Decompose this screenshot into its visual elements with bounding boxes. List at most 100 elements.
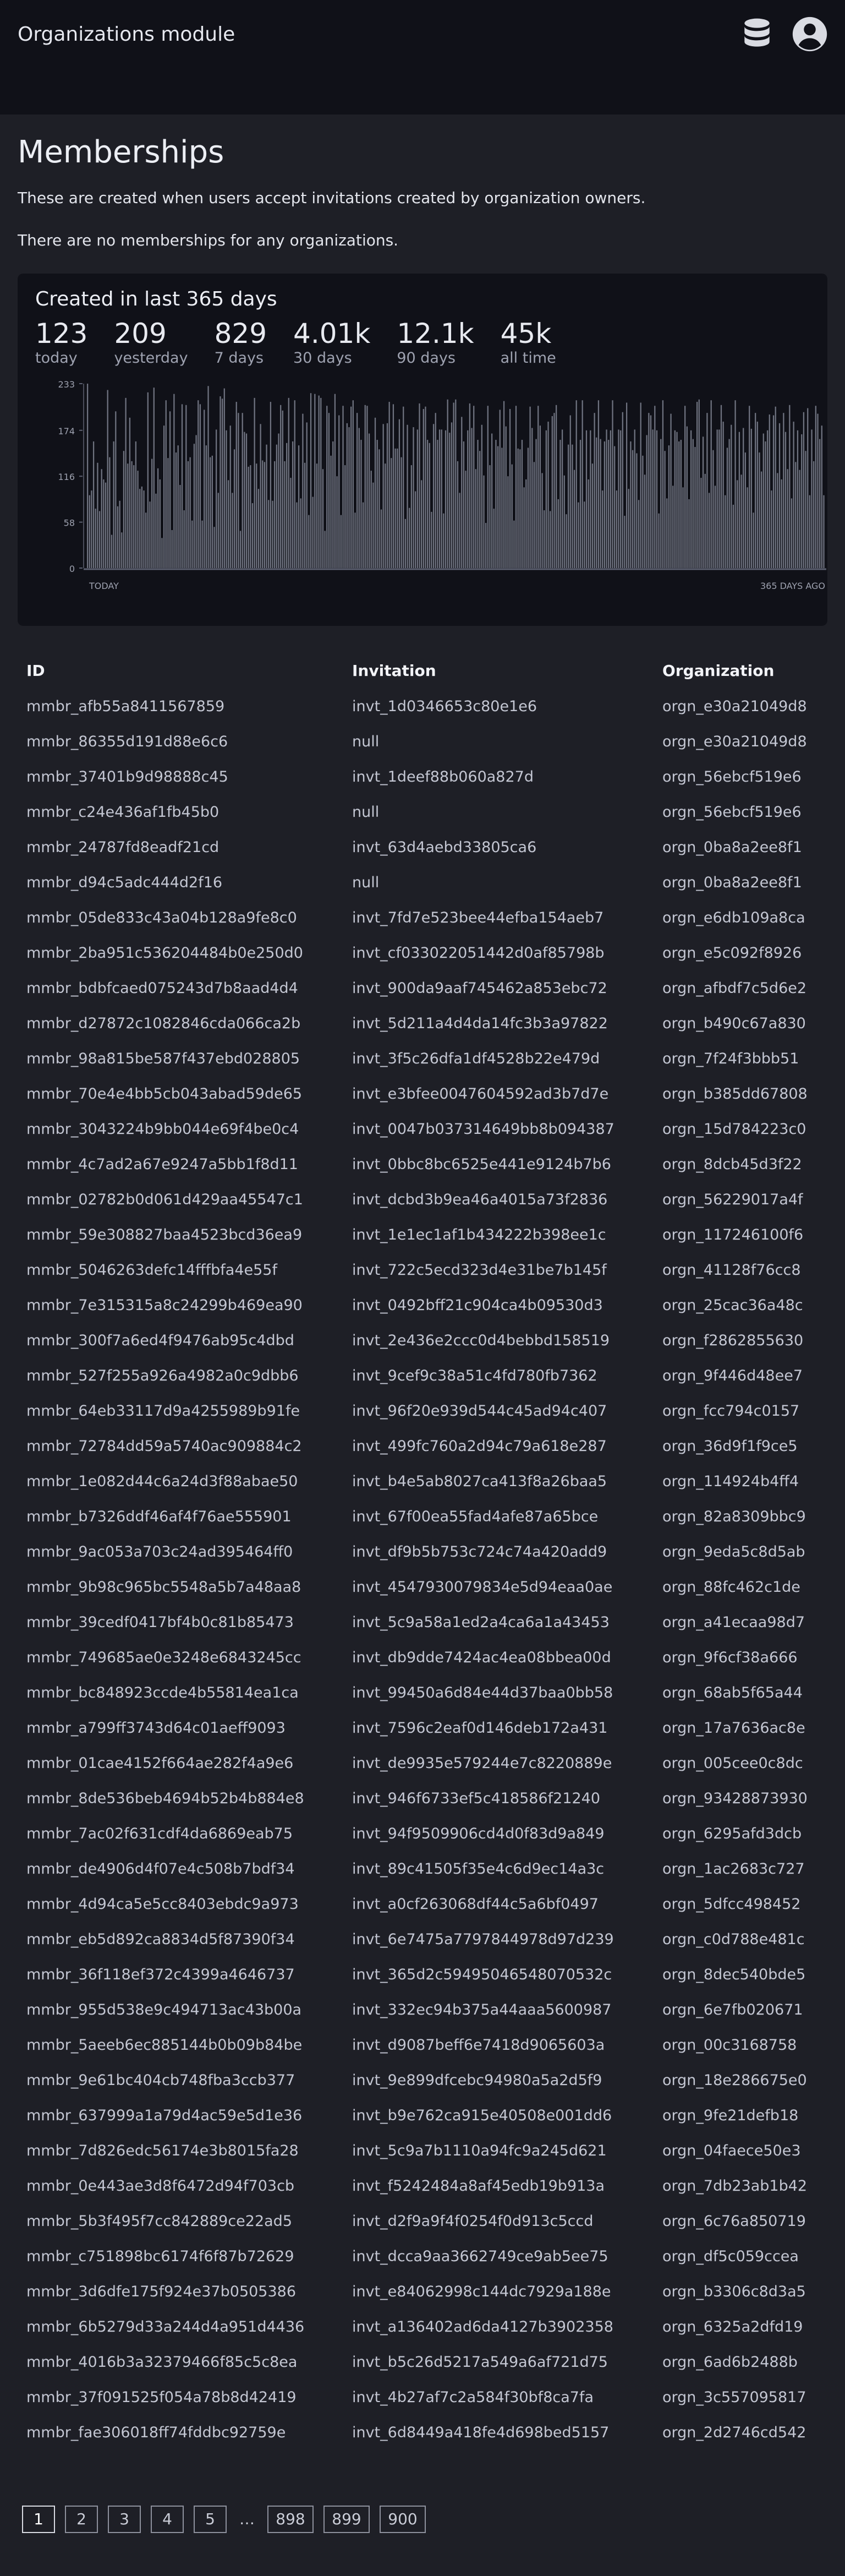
page-button[interactable]: 2: [65, 2506, 98, 2533]
chart-bar: [304, 462, 306, 568]
table-row[interactable]: mmbr_de4906d4f07e4c508b7bdf34 invt_89c415…: [18, 1851, 845, 1886]
chart-bar: [732, 504, 734, 568]
chart-bar: [590, 430, 591, 568]
invitation-id-cell: null: [352, 803, 380, 821]
table-row[interactable]: mmbr_eb5d892ca8834d5f87390f34 invt_6e7475…: [18, 1922, 845, 1957]
organization-id-cell: orgn_5dfcc498452: [662, 1895, 801, 1913]
stat-yesterday: 209 yesterday: [114, 318, 188, 367]
membership-id-cell: mmbr_637999a1a79d4ac59e5d1e36: [26, 2106, 303, 2124]
chart-bar: [143, 490, 145, 568]
table-row[interactable]: mmbr_59e308827baa4523bcd36ea9 invt_1e1ec1…: [18, 1217, 845, 1252]
chart-bar: [422, 409, 424, 568]
empty-note: There are no memberships for any organiz…: [18, 231, 399, 249]
app-title: Organizations module: [18, 23, 235, 46]
table-row[interactable]: mmbr_1e082d44c6a24d3f88abae50 invt_b4e5ab…: [18, 1464, 845, 1499]
table-row[interactable]: mmbr_7d826edc56174e3b8015fa28 invt_5c9a7b…: [18, 2133, 845, 2168]
invitation-id-cell: invt_9cef9c38a51c4fd780fb7362: [352, 1367, 597, 1384]
chart-bar: [288, 397, 289, 568]
chart-bar: [354, 512, 356, 568]
page-button[interactable]: 899: [323, 2506, 370, 2533]
table-row[interactable]: mmbr_39cedf0417bf4b0c81b85473 invt_5c9a58…: [18, 1604, 845, 1640]
table-row[interactable]: mmbr_fae306018ff74fddbc92759e invt_6d8449…: [18, 2415, 845, 2450]
chart-bar: [807, 408, 809, 568]
chart-bar: [302, 413, 304, 568]
table-row[interactable]: mmbr_c751898bc6174f6f87b72629 invt_dcca9a…: [18, 2239, 845, 2274]
page-button[interactable]: 4: [151, 2506, 184, 2533]
table-row[interactable]: mmbr_5046263defc14fffbfa4e55f invt_722c5e…: [18, 1252, 845, 1287]
chart-bar: [755, 413, 756, 568]
database-icon[interactable]: [738, 15, 776, 53]
table-row[interactable]: mmbr_4c7ad2a67e9247a5bb1f8d11 invt_0bbc8b…: [18, 1147, 845, 1182]
column-header-organization[interactable]: Organization: [654, 652, 845, 689]
table-row[interactable]: mmbr_37f091525f054a78b8d42419 invt_4b27af…: [18, 2379, 845, 2415]
page-button[interactable]: 1: [22, 2506, 55, 2533]
chart-bar: [368, 433, 370, 568]
table-row[interactable]: mmbr_9e61bc404cb748fba3ccb377 invt_9e899d…: [18, 2062, 845, 2098]
chart-bar: [706, 413, 708, 568]
page-button[interactable]: 3: [108, 2506, 141, 2533]
page-button[interactable]: 5: [194, 2506, 227, 2533]
table-row[interactable]: mmbr_4016b3a32379466f85c5c8ea invt_b5c26d…: [18, 2344, 845, 2379]
table-row[interactable]: mmbr_9ac053a703c24ad395464ff0 invt_df9b5b…: [18, 1534, 845, 1569]
chart-bar: [493, 509, 495, 568]
chart-bar: [566, 514, 567, 568]
table-row[interactable]: mmbr_7ac02f631cdf4da6869eab75 invt_94f950…: [18, 1816, 845, 1851]
table-row[interactable]: mmbr_36f118ef372c4399a4646737 invt_365d2c…: [18, 1957, 845, 1992]
table-row[interactable]: mmbr_5aeeb6ec885144b0b09b84be invt_d9087b…: [18, 2027, 845, 2062]
chart-bar: [197, 400, 199, 568]
chart-bar: [606, 429, 607, 568]
table-row[interactable]: mmbr_3d6dfe175f924e37b0505386 invt_e84062…: [18, 2274, 845, 2309]
table-row[interactable]: mmbr_8de536beb4694b52b4b884e8 invt_946f67…: [18, 1781, 845, 1816]
chart-bar: [149, 501, 151, 568]
table-row[interactable]: mmbr_05de833c43a04b128a9fe8c0 invt_7fd7e5…: [18, 900, 845, 935]
chart-bar: [610, 430, 612, 568]
table-row[interactable]: mmbr_bc848923ccde4b55814ea1ca invt_99450a…: [18, 1675, 845, 1710]
chart-bar: [133, 465, 135, 568]
table-row[interactable]: mmbr_70e4e4bb5cb043abad59de65 invt_e3bfee…: [18, 1076, 845, 1111]
organization-id-cell: orgn_18e286675e0: [662, 2071, 807, 2089]
table-row[interactable]: mmbr_637999a1a79d4ac59e5d1e36 invt_b9e762…: [18, 2098, 845, 2133]
chart-bar: [678, 441, 680, 568]
table-row[interactable]: mmbr_d94c5adc444d2f16 null orgn_0ba8a2ee8f…: [18, 865, 845, 900]
table-row[interactable]: mmbr_300f7a6ed4f9476ab95c4dbd invt_2e436e…: [18, 1323, 845, 1358]
table-row[interactable]: mmbr_bdbfcaed075243d7b8aad4d4 invt_900da9…: [18, 970, 845, 1006]
table-row[interactable]: mmbr_24787fd8eadf21cd invt_63d4aebd33805c…: [18, 829, 845, 865]
table-row[interactable]: mmbr_afb55a8411567859 invt_1d0346653c80e1…: [18, 689, 845, 724]
column-header-invitation[interactable]: Invitation: [343, 652, 654, 689]
chart-bar: [700, 478, 702, 568]
table-row[interactable]: mmbr_01cae4152f664ae282f4a9e6 invt_de9935…: [18, 1745, 845, 1781]
table-row[interactable]: mmbr_2ba951c536204484b0e250d0 invt_cf0330…: [18, 935, 845, 970]
membership-id-cell: mmbr_4016b3a32379466f85c5c8ea: [26, 2353, 298, 2371]
table-row[interactable]: mmbr_6b5279d33a244d4a951d4436 invt_a13640…: [18, 2309, 845, 2344]
page-button[interactable]: 898: [267, 2506, 314, 2533]
chart-bar: [330, 455, 332, 568]
table-row[interactable]: mmbr_86355d191d88e6c6 null orgn_e30a21049d…: [18, 724, 845, 759]
table-row[interactable]: mmbr_72784dd59a5740ac909884c2 invt_499fc7…: [18, 1428, 845, 1464]
table-row[interactable]: mmbr_c24e436af1fb45b0 null orgn_56ebcf519e…: [18, 794, 845, 829]
table-row[interactable]: mmbr_3043224b9bb044e69f4be0c4 invt_0047b0…: [18, 1111, 845, 1147]
column-header-id[interactable]: ID: [18, 652, 343, 689]
table-row[interactable]: mmbr_9b98c965bc5548a5b7a48aa8 invt_454793…: [18, 1569, 845, 1604]
chart-bar: [457, 461, 459, 568]
table-row[interactable]: mmbr_64eb33117d9a4255989b91fe invt_96f20e…: [18, 1393, 845, 1428]
table-row[interactable]: mmbr_7e315315a8c24299b469ea90 invt_0492bf…: [18, 1287, 845, 1323]
chart-bar: [441, 429, 442, 568]
table-row[interactable]: mmbr_37401b9d98888c45 invt_1deef88b060a82…: [18, 759, 845, 794]
user-account-icon[interactable]: [791, 15, 828, 53]
table-row[interactable]: mmbr_a799ff3743d64c01aeff9093 invt_7596c2…: [18, 1710, 845, 1745]
table-row[interactable]: mmbr_5b3f495f7cc842889ce22ad5 invt_d2f9a9…: [18, 2203, 845, 2239]
table-row[interactable]: mmbr_0e443ae3d8f6472d94f703cb invt_f52424…: [18, 2168, 845, 2203]
table-row[interactable]: mmbr_b7326ddf46af4f76ae555901 invt_67f00e…: [18, 1499, 845, 1534]
chart-bar: [372, 482, 374, 568]
table-row[interactable]: mmbr_d27872c1082846cda066ca2b invt_5d211a…: [18, 1006, 845, 1041]
table-row[interactable]: mmbr_749685ae0e3248e6843245cc invt_db9dde…: [18, 1640, 845, 1675]
chart-bar: [284, 461, 286, 568]
table-row[interactable]: mmbr_955d538e9c494713ac43b00a invt_332ec9…: [18, 1992, 845, 2027]
membership-id-cell: mmbr_24787fd8eadf21cd: [26, 838, 220, 856]
table-row[interactable]: mmbr_98a815be587f437ebd028805 invt_3f5c26…: [18, 1041, 845, 1076]
table-row[interactable]: mmbr_02782b0d061d429aa45547c1 invt_dcbd3b…: [18, 1182, 845, 1217]
table-row[interactable]: mmbr_4d94ca5e5cc8403ebdc9a973 invt_a0cf26…: [18, 1886, 845, 1922]
table-row[interactable]: mmbr_527f255a926a4982a0c9dbb6 invt_9cef9c…: [18, 1358, 845, 1393]
page-button[interactable]: 900: [380, 2506, 426, 2533]
chart-bar: [445, 430, 447, 568]
